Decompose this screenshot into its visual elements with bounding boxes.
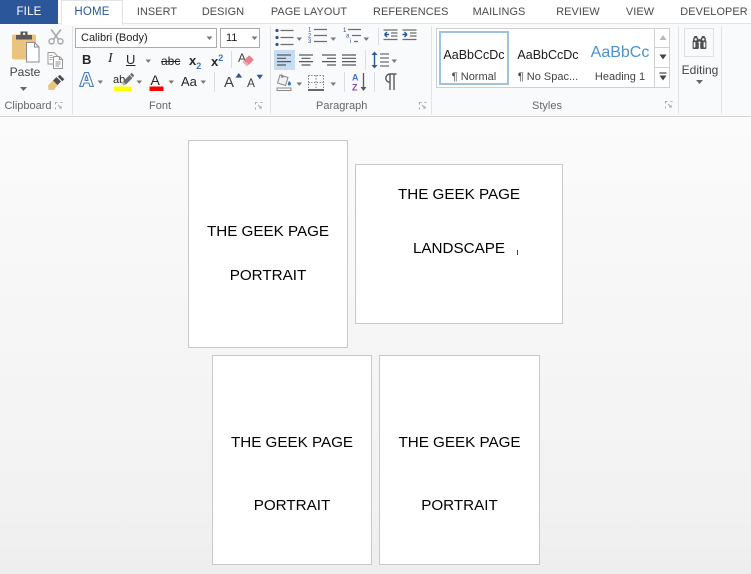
svg-text:Z: Z	[352, 83, 358, 93]
svg-text:3: 3	[308, 39, 312, 43]
svg-text:A: A	[151, 72, 161, 88]
svg-text:A: A	[247, 76, 255, 90]
svg-text:A: A	[224, 74, 234, 90]
svg-text:A: A	[352, 73, 359, 83]
svg-text:i: i	[350, 39, 351, 43]
